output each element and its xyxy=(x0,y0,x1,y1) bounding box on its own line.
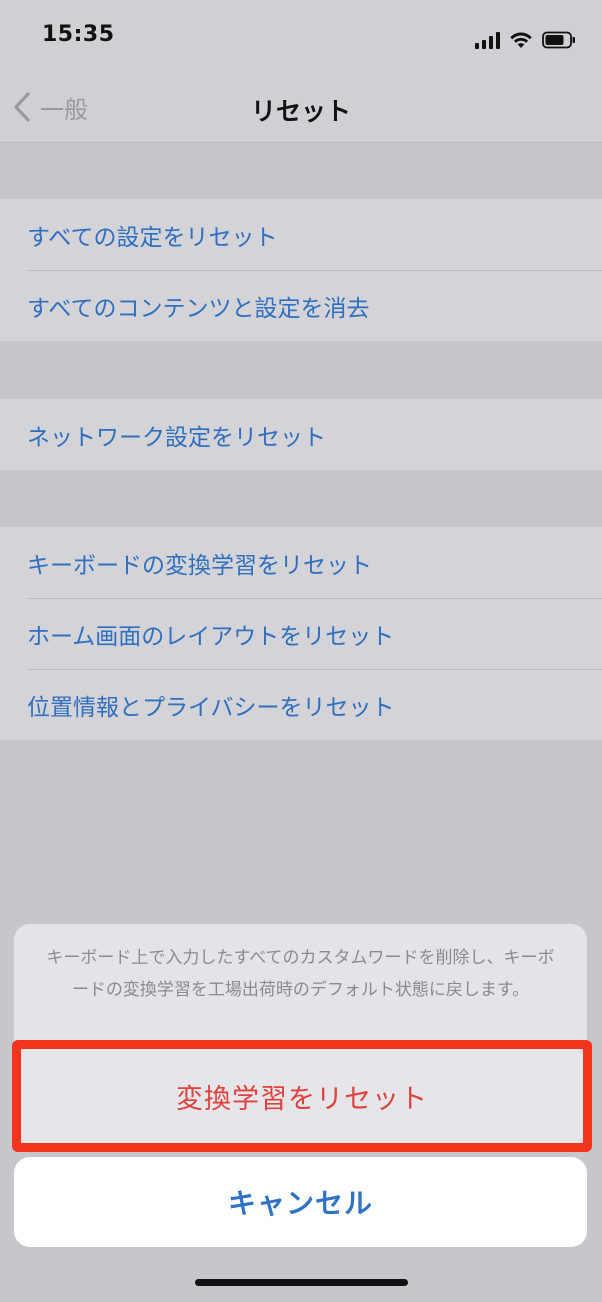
settings-group-1: すべての設定をリセット すべてのコンテンツと設定を消去 xyxy=(0,199,602,341)
status-bar: 15:35 xyxy=(0,0,602,72)
page-title: リセット xyxy=(250,97,351,126)
settings-group-2: ネットワーク設定をリセット xyxy=(0,399,602,470)
reset-home-screen-layout-row[interactable]: ホーム画面のレイアウトをリセット xyxy=(0,598,602,669)
home-indicator xyxy=(195,1279,408,1286)
reset-all-settings-row[interactable]: すべての設定をリセット xyxy=(0,199,602,270)
reset-keyboard-dictionary-row[interactable]: キーボードの変換学習をリセット xyxy=(0,527,602,598)
action-sheet-message: キーボード上で入力したすべてのカスタムワードを削除し、キーボードの変換学習を工場… xyxy=(46,948,555,1000)
wifi-icon xyxy=(509,31,533,49)
signal-icon xyxy=(475,31,500,49)
screen: 15:35 一般 リセット すべての設定をリセット すべてのコンテンツと設定を消… xyxy=(0,0,602,1302)
settings-group-3: キーボードの変換学習をリセット ホーム画面のレイアウトをリセット 位置情報とプラ… xyxy=(0,527,602,740)
navigation-bar: 一般 リセット xyxy=(0,72,602,143)
erase-all-content-row[interactable]: すべてのコンテンツと設定を消去 xyxy=(0,270,602,341)
reset-location-privacy-row[interactable]: 位置情報とプライバシーをリセット xyxy=(0,669,602,740)
reset-network-settings-row[interactable]: ネットワーク設定をリセット xyxy=(0,399,602,470)
cancel-button[interactable]: キャンセル xyxy=(14,1157,587,1247)
battery-icon xyxy=(542,31,576,49)
status-time: 15:35 xyxy=(42,22,115,47)
status-icons xyxy=(475,27,576,49)
highlight-annotation-box xyxy=(12,1040,592,1152)
